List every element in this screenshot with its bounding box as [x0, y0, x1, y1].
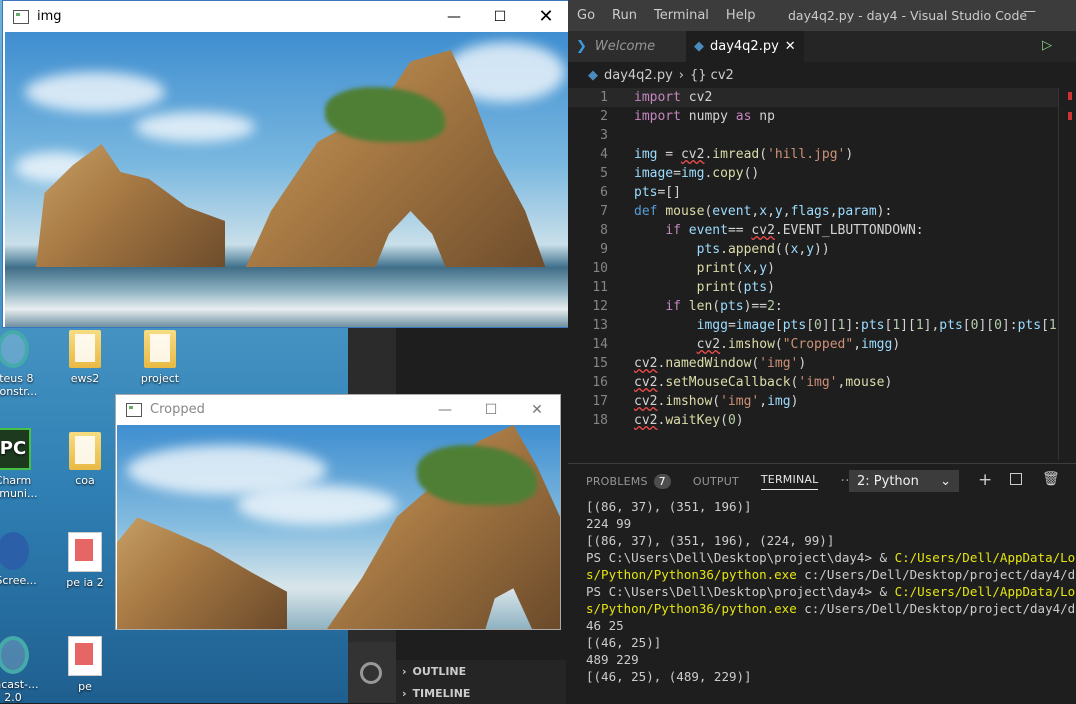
error-marker [1068, 112, 1072, 120]
menu-run[interactable]: Run [612, 8, 637, 23]
maximize-button[interactable]: ☐ [468, 395, 514, 424]
split-terminal-icon[interactable] [1010, 473, 1022, 485]
gear-icon[interactable] [360, 662, 382, 684]
desktop-icon-pe[interactable]: pe [50, 636, 120, 693]
pycharm-icon: PC [0, 428, 31, 470]
chevron-down-icon: ⌄ [940, 473, 951, 489]
close-button[interactable]: ✕ [523, 1, 569, 32]
window-app-icon [13, 9, 29, 24]
panel-tabs: PROBLEMS 7 OUTPUT TERMINAL ··· 2: Python … [568, 464, 1076, 498]
window-title: day4q2.py - day4 - Visual Studio Code [788, 8, 1028, 23]
cropped-window[interactable]: Cropped — ☐ ✕ [115, 394, 561, 630]
vscode-window: Go Run Terminal Help day4q2.py - day4 - … [568, 0, 1076, 704]
desktop-icon-ews2[interactable]: ews2 [50, 330, 120, 385]
img-window-titlebar[interactable]: img — ☐ ✕ [3, 1, 569, 32]
cropped-image-canvas [117, 425, 560, 629]
chevron-right-icon: › [402, 664, 407, 678]
image-canvas[interactable] [5, 32, 568, 327]
pdf-file-icon [68, 532, 102, 572]
app-icon [0, 532, 29, 570]
chevron-right-icon: › [402, 686, 407, 700]
editor-tabs: ❯ Welcome ◆ day4q2.py ✕ ▷ [568, 31, 1076, 62]
vscode-titlebar: Go Run Terminal Help day4q2.py - day4 - … [568, 0, 1076, 31]
window-app-icon [126, 402, 142, 417]
app-icon [0, 636, 29, 674]
tab-label: day4q2.py [710, 39, 779, 54]
breadcrumb-symbol[interactable]: {} cv2 [690, 68, 734, 83]
outline-section[interactable]: › OUTLINE [396, 660, 566, 682]
python-file-icon: ◆ [694, 39, 704, 54]
run-icon[interactable]: ▷ [1042, 38, 1052, 53]
window-title: img [37, 9, 62, 24]
trash-icon[interactable]: 🗑 [1042, 471, 1060, 487]
folder-icon [144, 330, 176, 368]
tab-day4q2[interactable]: ◆ day4q2.py ✕ [686, 31, 804, 62]
tab-output[interactable]: OUTPUT [693, 475, 739, 488]
desktop-icon-label: llScree... [0, 574, 37, 587]
tab-label: Welcome [594, 39, 656, 54]
outline-label: OUTLINE [412, 664, 467, 678]
add-terminal-icon[interactable]: + [978, 470, 992, 490]
tab-problems[interactable]: PROBLEMS 7 [586, 473, 671, 489]
desktop-icon-label: coa [75, 474, 95, 487]
bottom-panel: PROBLEMS 7 OUTPUT TERMINAL ··· 2: Python … [568, 463, 1076, 704]
vscode-logo-icon: ❯ [576, 39, 587, 54]
pdf-file-icon [68, 636, 102, 676]
code-editor[interactable]: 1 import cv2 2 import numpy as np 3 4 img =… [568, 88, 1072, 460]
tab-terminal[interactable]: TERMINAL [760, 473, 819, 490]
timeline-label: TIMELINE [412, 686, 471, 700]
minimize-button[interactable]: — [1023, 4, 1036, 19]
minimize-button[interactable]: — [431, 1, 477, 32]
editor-scrollbar[interactable] [1058, 88, 1073, 460]
terminal-select[interactable]: 2: Python ⌄ [849, 470, 959, 492]
menu-go[interactable]: Go [577, 8, 595, 23]
desktop-icon-label: Charm mmuni... [0, 474, 38, 500]
cropped-window-titlebar[interactable]: Cropped — ☐ ✕ [116, 395, 560, 424]
timeline-section[interactable]: › TIMELINE [396, 682, 566, 704]
desktop-icon-label: pe ia 2 [66, 576, 104, 589]
desktop-icon-pycharm[interactable]: PC Charm mmuni... [0, 428, 48, 500]
app-icon [0, 330, 29, 368]
minimize-button[interactable]: — [422, 395, 468, 424]
folder-icon [69, 432, 101, 470]
window-title: Cropped [150, 402, 205, 417]
menu-terminal[interactable]: Terminal [654, 8, 709, 23]
desktop-icon-encast[interactable]: encast-... 2.0 [0, 636, 48, 703]
img-window[interactable]: img — ☐ ✕ [2, 0, 570, 328]
close-icon[interactable]: ✕ [785, 39, 796, 54]
desktop-icon-coa[interactable]: coa [50, 432, 120, 487]
settings-area [348, 642, 396, 703]
desktop-icon-screencast[interactable]: llScree... [0, 532, 48, 587]
desktop-icon-label: pe [78, 680, 92, 693]
breadcrumb: ◆ day4q2.py › {} cv2 [568, 62, 1076, 88]
python-file-icon: ◆ [588, 67, 598, 83]
tab-welcome[interactable]: ❯ Welcome [568, 31, 686, 62]
maximize-button[interactable]: ☐ [477, 1, 523, 32]
desktop-icon-pe-ia-2[interactable]: pe ia 2 [50, 532, 120, 589]
breadcrumb-file[interactable]: day4q2.py [604, 68, 673, 83]
close-button[interactable]: ✕ [514, 395, 560, 424]
problems-count-badge: 7 [653, 473, 671, 489]
terminal-select-value: 2: Python [857, 473, 919, 489]
error-marker [1068, 92, 1072, 100]
menu-help[interactable]: Help [726, 8, 756, 23]
desktop-icon-label: encast-... 2.0 [0, 678, 39, 703]
terminal-output[interactable]: [(86, 37), (351, 196)] 224 99 [(86, 37),… [586, 498, 1076, 685]
chevron-right-icon: › [678, 67, 684, 83]
desktop-icon-label: project [140, 372, 180, 385]
desktop-icon-label: ews2 [70, 372, 100, 385]
folder-icon [69, 330, 101, 368]
desktop-icon-label: oteus 8 monstr... [0, 372, 38, 398]
desktop-icon-project[interactable]: project [125, 330, 195, 385]
desktop-icon-proteus[interactable]: oteus 8 monstr... [0, 330, 48, 398]
